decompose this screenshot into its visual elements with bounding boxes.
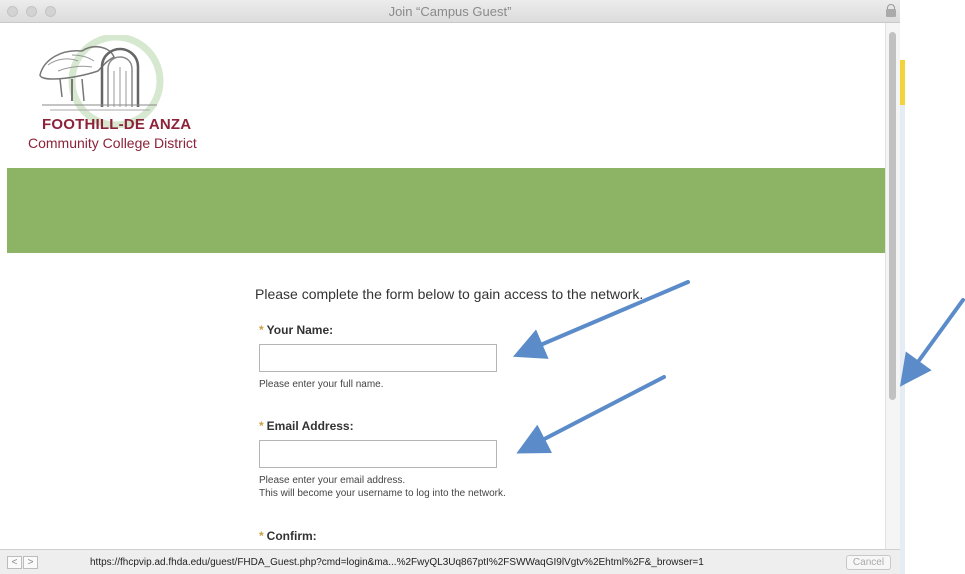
status-bar: < > https://fhcpvip.ad.fhda.edu/guest/FH… <box>0 549 900 574</box>
logo-district-line: Community College District <box>28 135 197 151</box>
email-field[interactable] <box>259 440 497 468</box>
status-url: https://fhcpvip.ad.fhda.edu/guest/FHDA_G… <box>90 557 704 568</box>
name-label-text: Your Name: <box>266 323 334 337</box>
confirm-label: * Confirm: <box>259 529 317 543</box>
name-hint: Please enter your full name. <box>259 379 384 390</box>
background-panel <box>900 105 905 574</box>
required-marker: * <box>259 529 264 543</box>
email-label-text: Email Address: <box>266 419 354 433</box>
background-window-edge <box>900 0 965 574</box>
form-intro: Please complete the form below to gain a… <box>255 286 644 302</box>
name-field[interactable] <box>259 344 497 372</box>
vertical-scrollbar[interactable] <box>885 23 900 549</box>
required-marker: * <box>259 323 264 337</box>
captive-portal-window: Join “Campus Guest” FOOTHILL-DE ANZA Com… <box>0 0 900 574</box>
email-username-note: This will become your username to log in… <box>259 488 506 499</box>
title-bar: Join “Campus Guest” <box>0 0 900 23</box>
scroll-thumb[interactable] <box>889 32 896 400</box>
confirm-label-text: Confirm: <box>266 529 317 543</box>
back-button[interactable]: < <box>7 556 22 569</box>
logo-name-line: FOOTHILL-DE ANZA <box>42 116 192 133</box>
required-marker: * <box>259 419 264 433</box>
page-content: FOOTHILL-DE ANZA Community College Distr… <box>0 23 885 549</box>
background-highlight <box>900 60 905 105</box>
window-title: Join “Campus Guest” <box>388 4 512 19</box>
name-label: * Your Name: <box>259 323 333 337</box>
email-hint: Please enter your email address. <box>259 475 406 486</box>
cancel-button[interactable]: Cancel <box>846 555 891 570</box>
forward-button[interactable]: > <box>23 556 38 569</box>
email-label: * Email Address: <box>259 419 354 433</box>
header-band <box>7 168 885 253</box>
lock-icon <box>886 4 896 17</box>
